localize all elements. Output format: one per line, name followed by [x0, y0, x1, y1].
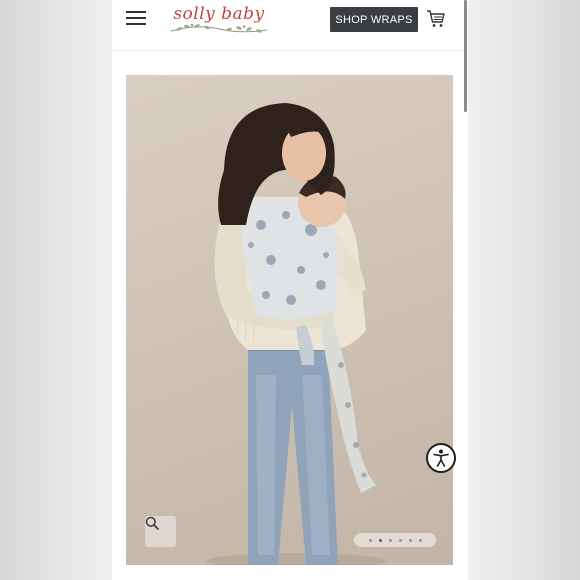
accessibility-icon [433, 449, 449, 467]
mobile-page: solly baby SHOP WRAPS [112, 0, 468, 580]
background-right [468, 0, 580, 580]
background-left [0, 0, 112, 580]
site-logo[interactable]: solly baby [167, 2, 271, 36]
hero-photo [206, 103, 386, 565]
page-scrollbar[interactable] [464, 0, 467, 112]
site-header: solly baby SHOP WRAPS [112, 0, 468, 112]
carousel-pagination [354, 533, 436, 547]
magnifier-icon [145, 516, 159, 530]
hamburger-menu-icon[interactable] [126, 11, 146, 25]
carousel-dot[interactable] [398, 538, 402, 542]
shopping-cart-icon[interactable] [426, 9, 446, 29]
carousel-dot-active[interactable] [378, 538, 382, 542]
shop-wraps-button[interactable]: SHOP WRAPS [330, 7, 418, 32]
carousel-dot[interactable] [408, 538, 412, 542]
product-hero-image[interactable] [126, 75, 453, 565]
zoom-button[interactable] [145, 516, 176, 547]
carousel-dot[interactable] [388, 538, 392, 542]
carousel-dot[interactable] [418, 538, 422, 542]
carousel-dot[interactable] [368, 538, 372, 542]
accessibility-button[interactable] [426, 443, 456, 473]
logo-vine-icon [170, 23, 268, 33]
